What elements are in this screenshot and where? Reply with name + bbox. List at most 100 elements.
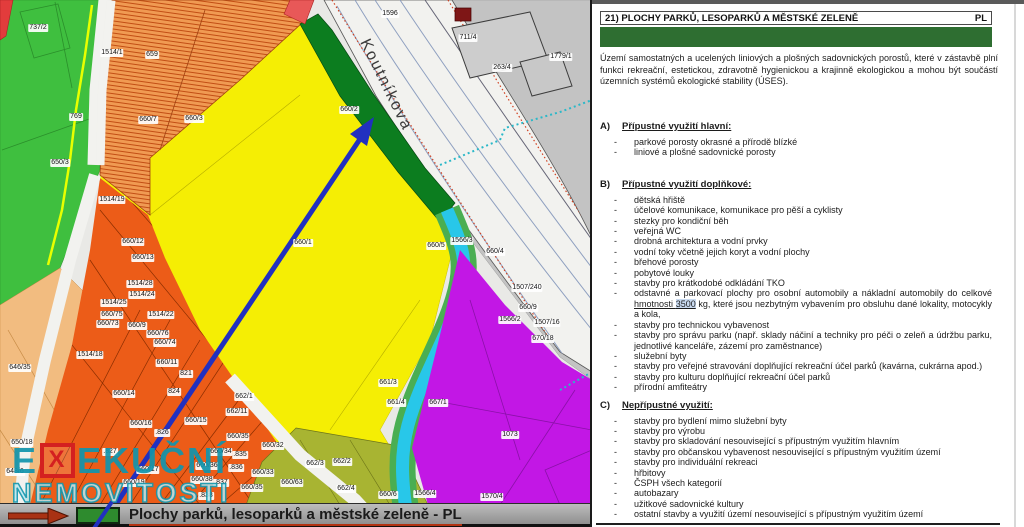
page-edge	[1014, 4, 1016, 527]
bullet-item: -břehové porosty	[600, 257, 1002, 267]
legend-color-swatch	[76, 507, 120, 524]
zoning-map-panel[interactable]: Koutníkova 737/21514/1659660/7660/376965…	[0, 0, 592, 527]
bullet-text: stavby pro veřejné stravování doplňující…	[634, 361, 1002, 371]
bullet-dash: -	[600, 195, 634, 205]
bullet-dash: -	[600, 509, 634, 519]
bullet-dash: -	[600, 447, 634, 457]
section-title: Přípustné využití doplňkové:	[622, 179, 751, 190]
section-heading: B)Přípustné využití doplňkové:	[600, 179, 1002, 190]
bullet-dash: -	[600, 416, 634, 426]
bullet-text: stavby pro správu parku (např. sklady ná…	[634, 330, 1002, 351]
screenshot-root: Koutníkova 737/21514/1659660/7660/376965…	[0, 0, 1024, 527]
bullet-dash: -	[600, 372, 634, 382]
bullet-item: -pobytové louky	[600, 268, 1002, 278]
bullet-item: -stavby pro kulturu doplňující rekreační…	[600, 372, 1002, 382]
bullet-item: -liniové a plošné sadovnické porosty	[600, 147, 1002, 157]
bullet-dash: -	[600, 488, 634, 498]
bullet-dash: -	[600, 288, 634, 319]
bullet-text: účelové komunikace, komunikace pro pěší …	[634, 205, 1002, 215]
bullet-text: stavby pro výrobu	[634, 426, 1002, 436]
bullet-text: stavby pro skladování nesouvisející s př…	[634, 436, 1002, 446]
section-letter: A)	[600, 121, 622, 132]
zoning-map-image: Koutníkova	[0, 0, 592, 527]
bullet-text: ostatní stavby a využití území nesouvise…	[634, 509, 1002, 519]
section-heading: C)Nepřípustné využití:	[600, 400, 1002, 411]
bullet-item: -stavby pro technickou vybavenost	[600, 320, 1002, 330]
bullet-dash: -	[600, 330, 634, 351]
bullet-dash: -	[600, 478, 634, 488]
bullet-dash: -	[600, 457, 634, 467]
doc-title: 21) PLOCHY PARKŮ, LESOPARKŮ A MĚSTSKÉ ZE…	[605, 13, 858, 24]
bullet-item: -stavby pro veřejné stravování doplňujíc…	[600, 361, 1002, 371]
red-building	[455, 8, 471, 21]
bullet-item: -hřbitovy	[600, 468, 1002, 478]
bullet-item: -odstavné a parkovací plochy pro osobní …	[600, 288, 1002, 319]
bullet-text: odstavné a parkovací plochy pro osobní a…	[634, 288, 1002, 319]
bullet-item: -ČSPH všech kategorií	[600, 478, 1002, 488]
bullet-text: drobná architektura a vodní prvky	[634, 236, 1002, 246]
bullet-item: -autobazary	[600, 488, 1002, 498]
doc-bottom-rule	[596, 523, 1000, 525]
bullet-text: stezky pro kondiční běh	[634, 216, 1002, 226]
bullet-dash: -	[600, 278, 634, 288]
bullet-dash: -	[600, 268, 634, 278]
bullet-dash: -	[600, 426, 634, 436]
bullet-item: -veřejná WC	[600, 226, 1002, 236]
doc-green-bar	[600, 27, 992, 47]
bullet-item: -dětská hřiště	[600, 195, 1002, 205]
bullet-item: -užitkové sadovnické kultury	[600, 499, 1002, 509]
bullet-dash: -	[600, 499, 634, 509]
section-title: Nepřípustné využití:	[622, 400, 713, 411]
bullet-text: liniové a plošné sadovnické porosty	[634, 147, 1002, 157]
bullet-dash: -	[600, 436, 634, 446]
bullet-item: -účelové komunikace, komunikace pro pěší…	[600, 205, 1002, 215]
bullet-text: stavby pro technickou vybavenost	[634, 320, 1002, 330]
doc-title-box: 21) PLOCHY PARKŮ, LESOPARKŮ A MĚSTSKÉ ZE…	[600, 11, 992, 25]
bullet-item: -stavby pro individuální rekreaci	[600, 457, 1002, 467]
bullet-text: dětská hřiště	[634, 195, 1002, 205]
bullet-dash: -	[600, 320, 634, 330]
bullet-text: hřbitovy	[634, 468, 1002, 478]
bullet-item: -ostatní stavby a využití území nesouvis…	[600, 509, 1002, 519]
bullet-dash: -	[600, 137, 634, 147]
bullet-text: veřejná WC	[634, 226, 1002, 236]
doc-sections: A)Přípustné využití hlavní:-parkové poro…	[600, 121, 1002, 520]
bullet-item: -stavby pro skladování nesouvisející s p…	[600, 436, 1002, 446]
bullet-dash: -	[600, 236, 634, 246]
bullet-dash: -	[600, 351, 634, 361]
bullet-item: -vodní toky včetně jejich koryt a vodní …	[600, 247, 1002, 257]
section-gap	[600, 393, 1002, 400]
section-a: A)Přípustné využití hlavní: -parkové poro…	[600, 121, 1002, 158]
bullet-item: -stavby pro výrobu	[600, 426, 1002, 436]
bullet-item: -drobná architektura a vodní prvky	[600, 236, 1002, 246]
bullet-item: -stavby pro bydlení mimo služební byty	[600, 416, 1002, 426]
doc-intro-paragraph: Území samostatných a ucelených liniových…	[600, 53, 998, 88]
bullet-dash: -	[600, 257, 634, 267]
doc-title-code: PL	[975, 13, 987, 24]
bullet-text: břehové porosty	[634, 257, 1002, 267]
bullet-item: -přírodní amfiteátry	[600, 382, 1002, 392]
bullet-text: stavby pro občanskou vybavenost nesouvis…	[634, 447, 1002, 457]
bullet-text: stavby pro individuální rekreaci	[634, 457, 1002, 467]
section-letter: C)	[600, 400, 622, 411]
bullet-dash: -	[600, 216, 634, 226]
bullet-text: parkové porosty okrasné a přírodě blízké	[634, 137, 1002, 147]
bullet-text: užitkové sadovnické kultury	[634, 499, 1002, 509]
bullet-dash: -	[600, 226, 634, 236]
bullet-text: pobytové louky	[634, 268, 1002, 278]
bullet-item: -parkové porosty okrasné a přírodě blízk…	[600, 137, 1002, 147]
bullet-dash: -	[600, 205, 634, 215]
bullet-text: ČSPH všech kategorií	[634, 478, 1002, 488]
red-arrow-icon	[8, 508, 70, 524]
section-c: C)Nepřípustné využití: -stavby pro bydlen…	[600, 400, 1002, 520]
section-title: Přípustné využití hlavní:	[622, 121, 731, 132]
bullet-text: autobazary	[634, 488, 1002, 498]
regulation-document-panel[interactable]: 21) PLOCHY PARKŮ, LESOPARKŮ A MĚSTSKÉ ZE…	[592, 0, 1024, 527]
bullet-text: vodní toky včetně jejich koryt a vodní p…	[634, 247, 1002, 257]
legend-caption-text: Plochy parků, lesoparků a městské zeleně…	[129, 506, 462, 526]
section-heading: A)Přípustné využití hlavní:	[600, 121, 1002, 132]
bullet-dash: -	[600, 361, 634, 371]
bullet-text: stavby pro krátkodobé odkládání TKO	[634, 278, 1002, 288]
section-b: B)Přípustné využití doplňkové:-dětská hř…	[600, 179, 1002, 393]
bullet-item: -stavby pro občanskou vybavenost nesouvi…	[600, 447, 1002, 457]
